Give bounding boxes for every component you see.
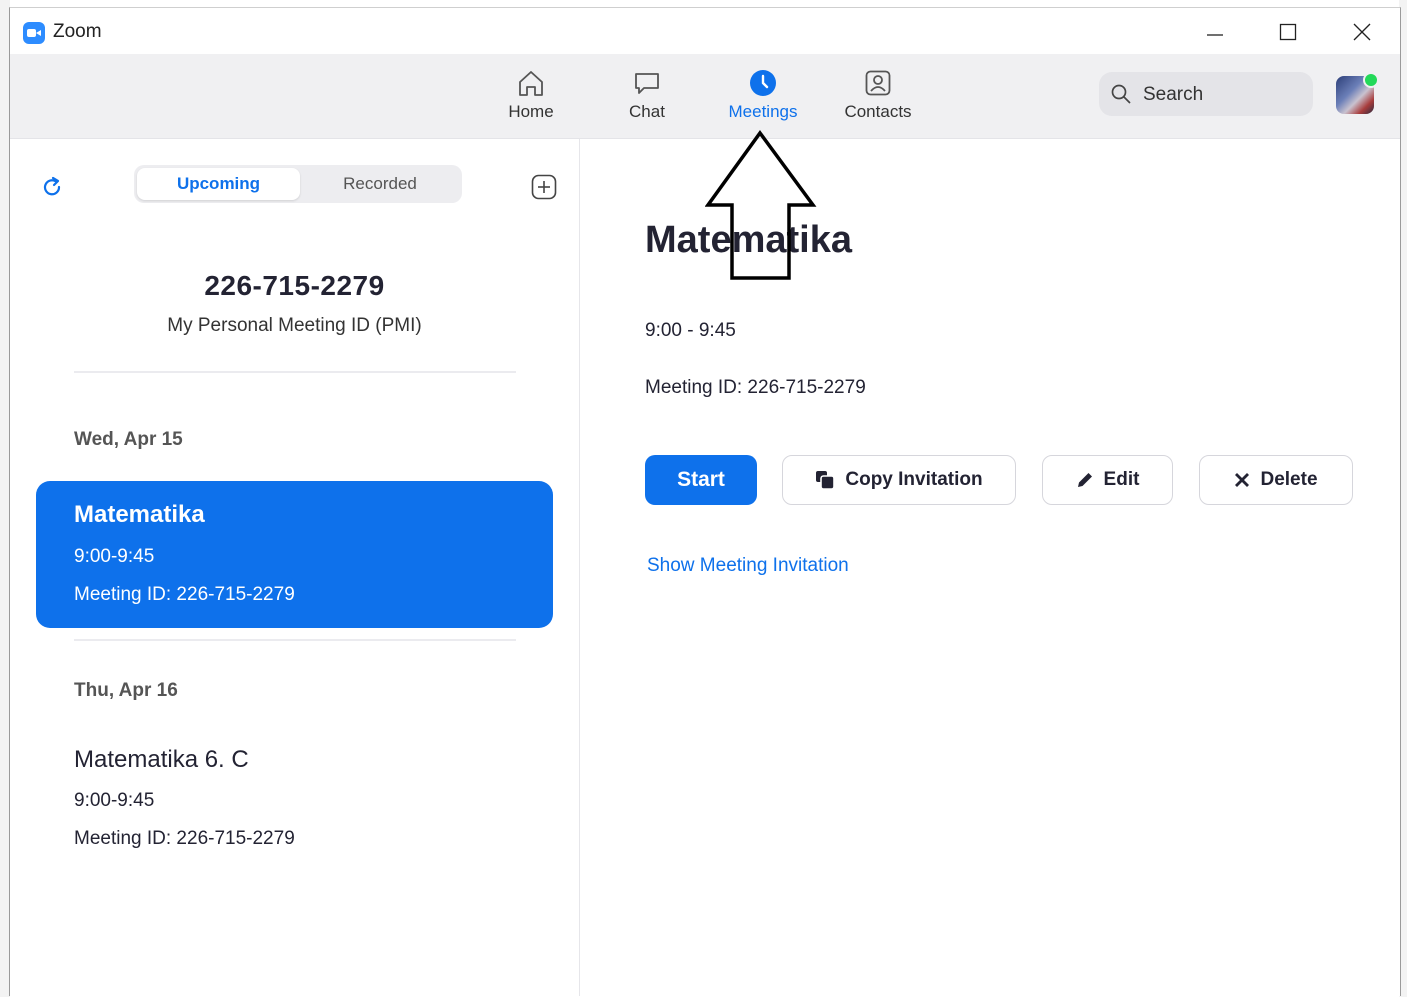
refresh-icon[interactable]: [40, 175, 64, 204]
zoom-logo-icon: [23, 22, 45, 44]
tab-chat-label: Chat: [629, 102, 665, 121]
search-icon: [1111, 84, 1131, 109]
meeting-item-title: Matematika 6. C: [74, 746, 249, 773]
tab-upcoming[interactable]: Upcoming: [137, 168, 300, 200]
date-header-wed: Wed, Apr 15: [74, 429, 183, 450]
meeting-card-title: Matematika: [74, 501, 205, 528]
copy-invitation-button[interactable]: Copy Invitation: [782, 455, 1016, 505]
meeting-detail-time: 9:00 - 9:45: [645, 320, 736, 341]
show-meeting-invitation-link[interactable]: Show Meeting Invitation: [647, 555, 849, 577]
tab-meetings-label: Meetings: [728, 102, 798, 121]
upcoming-recorded-toggle: Upcoming Recorded: [134, 165, 462, 203]
top-nav-bar: Home Chat Meetings Contacts Search: [10, 54, 1400, 139]
contacts-icon: [828, 66, 928, 98]
start-button[interactable]: Start: [645, 455, 757, 505]
tab-contacts-label: Contacts: [844, 102, 912, 121]
start-button-label: Start: [677, 468, 725, 491]
meeting-list-item[interactable]: Matematika 6. C 9:00-9:45 Meeting ID: 22…: [36, 734, 553, 864]
copy-invitation-label: Copy Invitation: [845, 469, 983, 490]
tab-home[interactable]: Home: [481, 66, 581, 134]
meetings-list-panel: Upcoming Recorded 226-715-2279 My Person…: [10, 139, 580, 996]
delete-label: Delete: [1260, 469, 1318, 490]
tab-meetings[interactable]: Meetings: [713, 66, 813, 134]
tab-contacts[interactable]: Contacts: [828, 66, 928, 134]
maximize-button[interactable]: [1268, 18, 1308, 46]
tab-home-label: Home: [508, 102, 554, 121]
pencil-icon: [1076, 471, 1094, 489]
meeting-detail-panel: Matematika 9:00 - 9:45 Meeting ID: 226-7…: [580, 139, 1400, 996]
meeting-card-selected[interactable]: Matematika 9:00-9:45 Meeting ID: 226-715…: [36, 481, 553, 628]
tab-chat[interactable]: Chat: [597, 66, 697, 134]
close-button[interactable]: [1342, 18, 1382, 46]
home-icon: [481, 66, 581, 98]
add-meeting-button[interactable]: [531, 174, 557, 205]
chat-icon: [597, 66, 697, 98]
meeting-item-time: 9:00-9:45: [74, 790, 155, 811]
annotation-arrow: [705, 130, 817, 280]
meeting-detail-id: Meeting ID: 226-715-2279: [645, 377, 866, 398]
minimize-icon: [1207, 34, 1223, 36]
window-title: Zoom: [53, 21, 102, 42]
search-placeholder: Search: [1143, 84, 1204, 105]
search-input[interactable]: Search: [1099, 72, 1313, 116]
meeting-card-time: 9:00-9:45: [74, 546, 155, 567]
maximize-icon: [1279, 23, 1297, 41]
edit-label: Edit: [1103, 469, 1140, 490]
meeting-item-id: Meeting ID: 226-715-2279: [74, 828, 295, 849]
divider: [74, 371, 516, 373]
x-icon: [1234, 472, 1250, 488]
title-bar[interactable]: Zoom: [10, 8, 1400, 54]
delete-button[interactable]: Delete: [1199, 455, 1353, 505]
meeting-card-id: Meeting ID: 226-715-2279: [74, 584, 295, 605]
plus-icon: [531, 174, 557, 200]
tab-recorded[interactable]: Recorded: [298, 168, 462, 200]
pmi-label: My Personal Meeting ID (PMI): [167, 315, 422, 336]
divider: [74, 639, 516, 641]
copy-icon: [815, 470, 836, 490]
minimize-button[interactable]: [1195, 18, 1235, 46]
pmi-number[interactable]: 226-715-2279: [10, 270, 579, 302]
clock-icon: [713, 66, 813, 98]
presence-indicator: [1363, 72, 1379, 88]
edit-button[interactable]: Edit: [1042, 455, 1173, 505]
date-header-thu: Thu, Apr 16: [74, 680, 178, 701]
close-icon: [1353, 23, 1371, 41]
